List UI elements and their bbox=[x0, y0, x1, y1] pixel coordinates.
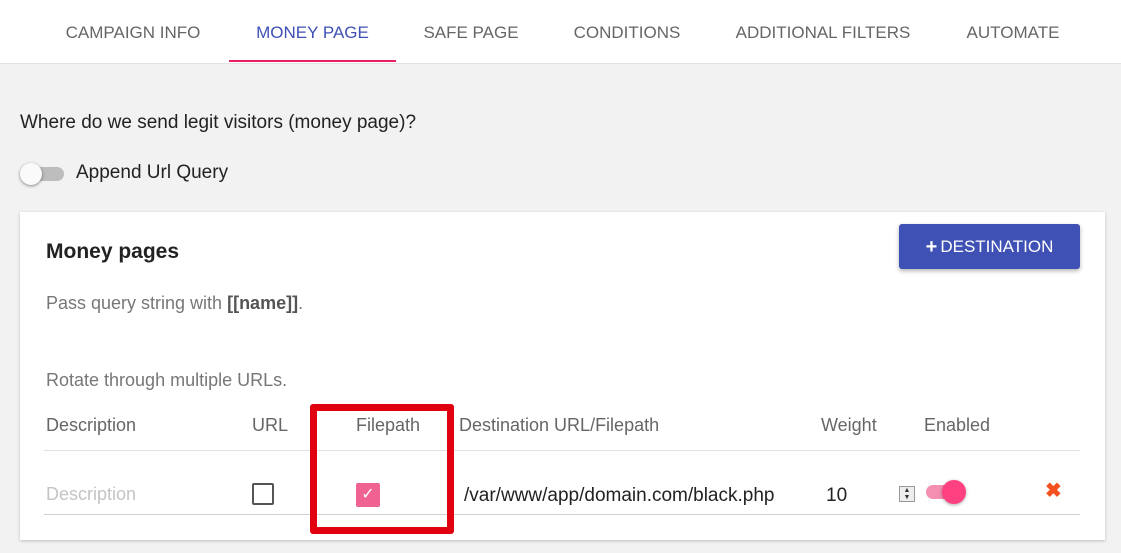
tab-bar: CAMPAIGN INFO MONEY PAGE SAFE PAGE CONDI… bbox=[0, 0, 1121, 64]
money-pages-card: Money pages + DESTINATION Pass query str… bbox=[20, 212, 1105, 540]
column-header-weight: Weight bbox=[821, 415, 877, 435]
weight-stepper[interactable]: ▲ ▼ bbox=[899, 486, 915, 502]
money-page-question: Where do we send legit visitors (money p… bbox=[20, 112, 417, 133]
tab-money-page[interactable]: MONEY PAGE bbox=[229, 0, 396, 63]
table-header-divider bbox=[44, 450, 1080, 451]
query-string-hint: Pass query string with [[name]]. bbox=[46, 293, 303, 314]
tab-automate[interactable]: AUTOMATE bbox=[948, 0, 1078, 63]
tab-campaign-info[interactable]: CAMPAIGN INFO bbox=[48, 0, 218, 63]
stepper-up-icon[interactable]: ▲ bbox=[900, 487, 914, 494]
add-destination-button[interactable]: + DESTINATION bbox=[899, 224, 1080, 269]
append-url-query-row: Append Url Query bbox=[20, 160, 228, 186]
hint-suffix: . bbox=[298, 293, 304, 313]
close-icon[interactable]: ✖ bbox=[1045, 478, 1062, 503]
filepath-highlight-box bbox=[310, 404, 454, 534]
description-input[interactable] bbox=[46, 484, 216, 505]
hint-prefix: Pass query string with bbox=[46, 293, 228, 313]
toggle-knob bbox=[942, 480, 966, 504]
column-header-enabled: Enabled bbox=[924, 415, 991, 435]
toggle-knob bbox=[20, 163, 42, 185]
table-row-divider bbox=[44, 514, 1080, 515]
tab-additional-filters[interactable]: ADDITIONAL FILTERS bbox=[720, 0, 926, 63]
weight-input[interactable]: 10 bbox=[826, 485, 847, 507]
tab-safe-page[interactable]: SAFE PAGE bbox=[408, 0, 534, 63]
column-header-destination: Destination URL/Filepath bbox=[459, 415, 660, 435]
tab-conditions[interactable]: CONDITIONS bbox=[560, 0, 694, 63]
active-tab-indicator bbox=[229, 60, 396, 62]
url-checkbox[interactable] bbox=[252, 483, 274, 505]
card-title: Money pages bbox=[46, 240, 180, 263]
enabled-toggle[interactable] bbox=[924, 477, 970, 505]
add-destination-label: DESTINATION bbox=[940, 236, 1054, 256]
plus-icon: + bbox=[925, 235, 938, 258]
column-header-url: URL bbox=[252, 415, 289, 435]
stepper-down-icon[interactable]: ▼ bbox=[900, 494, 914, 501]
hint-token: [[name]] bbox=[227, 293, 299, 313]
column-header-description: Description bbox=[46, 415, 137, 435]
append-url-query-toggle[interactable] bbox=[20, 163, 64, 185]
append-url-query-label: Append Url Query bbox=[76, 162, 229, 183]
rotate-hint: Rotate through multiple URLs. bbox=[46, 370, 288, 390]
destination-path[interactable]: /var/www/app/domain.com/black.php bbox=[464, 485, 774, 507]
